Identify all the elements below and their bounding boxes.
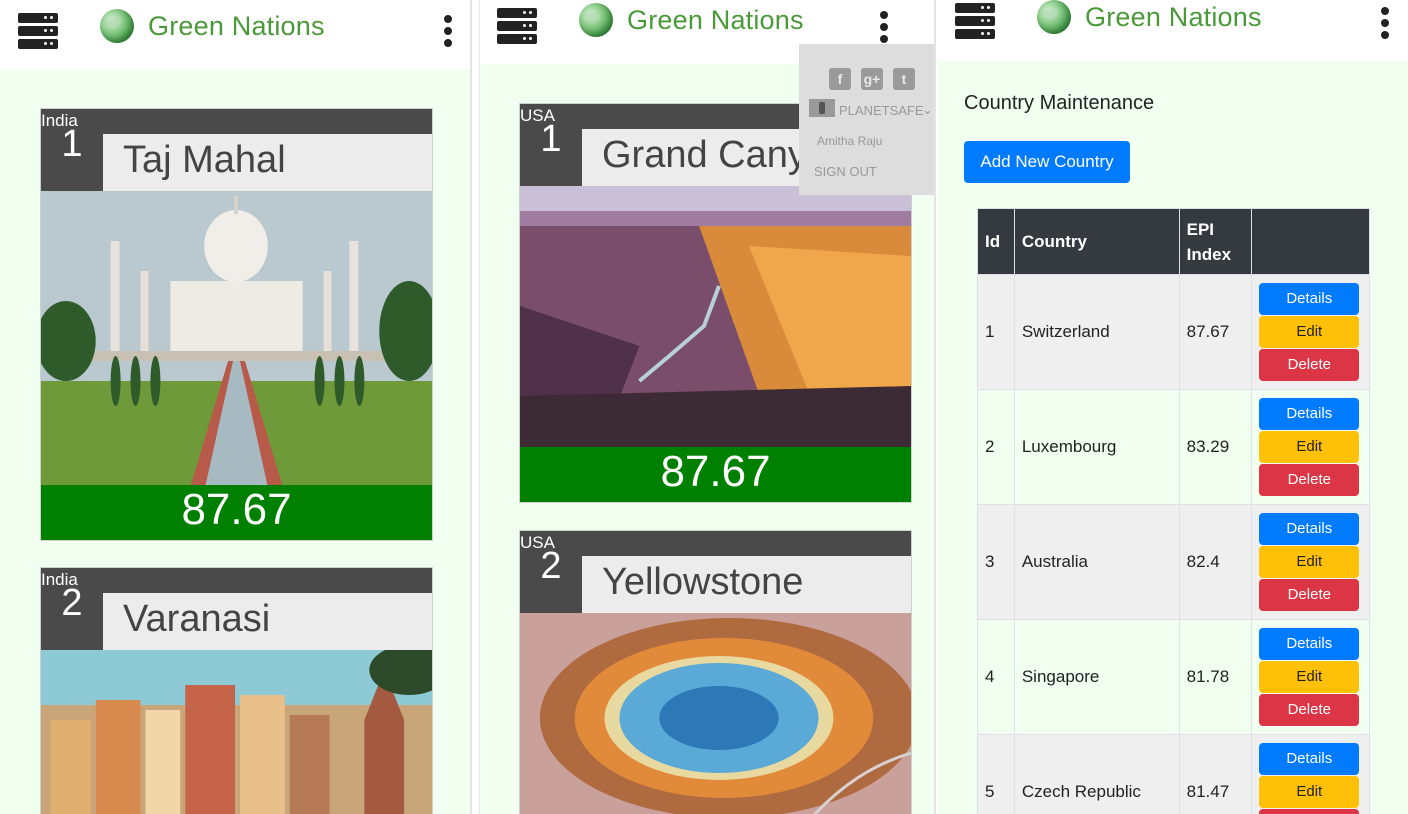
globe-icon (100, 9, 134, 43)
delete-button[interactable]: Delete (1259, 464, 1360, 496)
edit-button[interactable]: Edit (1259, 776, 1360, 808)
delete-button[interactable]: Delete (1259, 809, 1360, 814)
google-plus-icon[interactable]: g+ (861, 68, 883, 90)
column-header-id: Id (977, 208, 1015, 275)
more-options-icon[interactable] (880, 11, 888, 43)
table-row: 2 Luxembourg 83.29 Details Edit Delete (977, 389, 1370, 505)
place-card[interactable]: India 2 Varanasi (40, 567, 433, 814)
cell-actions: Details Edit Delete (1251, 389, 1370, 505)
card-rank: 1 (540, 118, 562, 160)
cell-epi: 81.47 (1178, 734, 1253, 814)
card-rank: 2 (540, 545, 562, 587)
facebook-icon[interactable]: f (829, 68, 851, 90)
brand-logo[interactable]: Green Nations (579, 3, 804, 37)
column-header-actions (1251, 208, 1370, 275)
edit-button[interactable]: Edit (1259, 546, 1360, 578)
user-name: Amitha Raju (817, 134, 883, 148)
org-dropdown[interactable]: PLANETSAFE (839, 103, 924, 118)
cell-country: Australia (1013, 504, 1180, 620)
table-header-row: Id Country EPI Index (977, 208, 1370, 275)
column-header-country: Country (1013, 208, 1180, 275)
card-title: Taj Mahal (103, 134, 432, 191)
card-title: Varanasi (103, 593, 432, 650)
card-rank: 2 (61, 582, 83, 624)
brand-name: Green Nations (148, 10, 325, 41)
place-card[interactable]: USA 2 Yellowstone (519, 530, 912, 814)
brand-logo[interactable]: Green Nations (1037, 0, 1262, 34)
edit-button[interactable]: Edit (1259, 316, 1360, 348)
table-row: 4 Singapore 81.78 Details Edit Delete (977, 619, 1370, 735)
edit-button[interactable]: Edit (1259, 661, 1360, 693)
cell-epi: 81.78 (1178, 619, 1253, 735)
header-bar: Green Nations (938, 0, 1408, 61)
cell-actions: Details Edit Delete (1251, 274, 1370, 390)
cell-epi: 82.4 (1178, 504, 1253, 620)
table-row: 1 Switzerland 87.67 Details Edit Delete (977, 274, 1370, 390)
table-row: 3 Australia 82.4 Details Edit Delete (977, 504, 1370, 620)
details-button[interactable]: Details (1259, 628, 1360, 660)
card-header: USA 2 Yellowstone (520, 531, 911, 613)
more-options-icon[interactable] (1381, 7, 1389, 39)
server-menu-icon[interactable] (497, 8, 537, 44)
details-button[interactable]: Details (1259, 283, 1360, 315)
cell-actions: Details Edit Delete (1251, 504, 1370, 620)
chevron-down-icon[interactable]: ⌄ (922, 102, 933, 118)
cell-id: 5 (977, 734, 1015, 814)
epi-score: 87.67 (520, 447, 911, 502)
delete-button[interactable]: Delete (1259, 694, 1360, 726)
place-card[interactable]: India 1 Taj Mahal 87.67 (40, 108, 433, 541)
cell-country: Singapore (1013, 619, 1180, 735)
more-options-icon[interactable] (444, 15, 452, 47)
planetsafe-flag-icon (809, 99, 835, 117)
card-header: India 2 Varanasi (41, 568, 432, 650)
varanasi-photo (41, 650, 432, 814)
globe-icon (1037, 0, 1071, 34)
table-row: 5 Czech Republic 81.47 Details Edit Dele… (977, 734, 1370, 814)
details-button[interactable]: Details (1259, 513, 1360, 545)
card-header: India 1 Taj Mahal (41, 109, 432, 191)
cell-actions: Details Edit Delete (1251, 619, 1370, 735)
delete-button[interactable]: Delete (1259, 579, 1360, 611)
add-new-country-button[interactable]: Add New Country (964, 141, 1130, 183)
details-button[interactable]: Details (1259, 743, 1360, 775)
cell-country: Luxembourg (1013, 389, 1180, 505)
column-header-epi: EPI Index (1178, 208, 1253, 275)
taj-mahal-photo (41, 191, 432, 487)
header-bar: Green Nations (0, 0, 470, 70)
mobile-view-panel-3: Green Nations Country Maintenance Add Ne… (938, 0, 1408, 814)
country-table: Id Country EPI Index 1 Switzerland 87.67… (977, 208, 1370, 814)
cell-id: 4 (977, 619, 1015, 735)
server-menu-icon[interactable] (18, 13, 58, 49)
cell-id: 2 (977, 389, 1015, 505)
user-dropdown-menu: f g+ t PLANETSAFE ⌄ Amitha Raju SIGN OUT (799, 44, 934, 195)
details-button[interactable]: Details (1259, 398, 1360, 430)
brand-name: Green Nations (1085, 1, 1262, 32)
grand-canyon-photo (520, 186, 911, 449)
sign-out-link[interactable]: SIGN OUT (814, 164, 877, 179)
yellowstone-photo (520, 613, 911, 814)
card-rank: 1 (61, 123, 83, 165)
cell-country: Czech Republic (1013, 734, 1180, 814)
cell-epi: 87.67 (1178, 274, 1253, 390)
cell-id: 1 (977, 274, 1015, 390)
cell-actions: Details Edit Delete (1251, 734, 1370, 814)
edit-button[interactable]: Edit (1259, 431, 1360, 463)
brand-logo[interactable]: Green Nations (100, 9, 325, 43)
server-menu-icon[interactable] (955, 3, 995, 39)
cell-id: 3 (977, 504, 1015, 620)
mobile-view-panel-1: Green Nations India 1 Taj Mahal 87.67 In… (0, 0, 472, 814)
cell-epi: 83.29 (1178, 389, 1253, 505)
delete-button[interactable]: Delete (1259, 349, 1360, 381)
brand-name: Green Nations (627, 4, 804, 35)
cell-country: Switzerland (1013, 274, 1180, 390)
page-title: Country Maintenance (964, 92, 1155, 114)
card-title: Yellowstone (582, 556, 911, 613)
epi-score: 87.67 (41, 485, 432, 540)
twitter-icon[interactable]: t (893, 68, 915, 90)
globe-icon (579, 3, 613, 37)
